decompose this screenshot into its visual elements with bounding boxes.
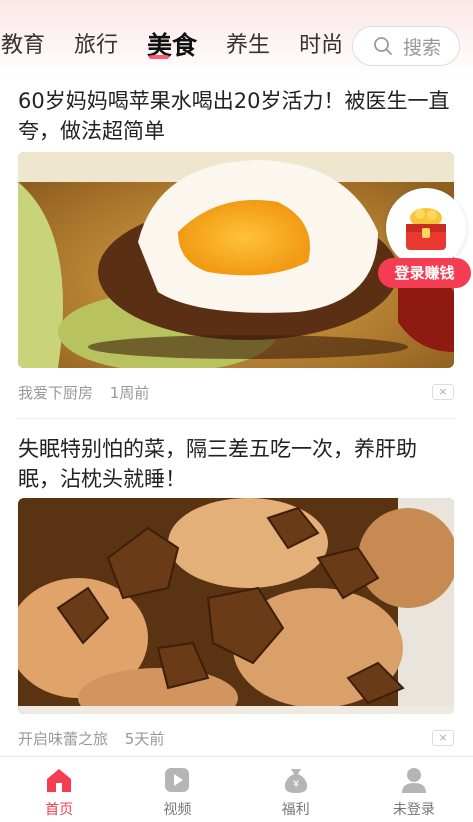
search-box[interactable]: 搜索 (352, 26, 460, 66)
promo-circle (386, 188, 466, 268)
nav-welfare[interactable]: ¥ 福利 (237, 757, 355, 822)
nav-welfare-label: 福利 (281, 802, 310, 818)
nav-home[interactable]: 首页 (0, 757, 118, 822)
promo-label[interactable]: 登录赚钱 (378, 258, 471, 288)
home-icon (47, 769, 72, 792)
article-meta: 我爱下厨房 1周前 (18, 382, 161, 403)
article-title[interactable]: 失眠特别怕的菜，隔三差五吃一次，养肝助眠，沾枕头就睡！ (18, 434, 454, 494)
article-source[interactable]: 我爱下厨房 (18, 384, 93, 402)
treasure-chest-icon (406, 208, 446, 250)
search-placeholder: 搜索 (403, 36, 442, 59)
nav-profile-label: 未登录 (392, 802, 435, 818)
video-icon (165, 768, 190, 792)
svg-text:¥: ¥ (292, 779, 298, 790)
article-time: 5天前 (124, 730, 165, 748)
article-card[interactable]: 失眠特别怕的菜，隔三差五吃一次，养肝助眠，沾枕头就睡！ 开启味蕾之旅 5天前 × (18, 434, 454, 756)
nav-home-label: 首页 (45, 802, 74, 818)
nav-video[interactable]: 视频 (118, 757, 236, 822)
article-source[interactable]: 开启味蕾之旅 (18, 730, 108, 748)
category-tabs: 教育 旅行 美食 养生 时尚 (0, 28, 372, 64)
dismiss-icon[interactable]: × (432, 384, 454, 400)
tab-food[interactable]: 美食 (147, 30, 197, 62)
nav-video-label: 视频 (163, 802, 192, 818)
dismiss-icon[interactable]: × (432, 730, 454, 746)
tab-travel[interactable]: 旅行 (74, 30, 118, 62)
article-title[interactable]: 60岁妈妈喝苹果水喝出20岁活力！被医生一直夸，做法超简单 (18, 86, 454, 146)
login-earn-promo[interactable]: 登录赚钱 (378, 188, 473, 290)
article-image-tea-eggs[interactable] (18, 498, 454, 714)
money-bag-icon: ¥ (284, 769, 307, 793)
tab-fashion[interactable]: 时尚 (299, 30, 343, 62)
bottom-navigation: 首页 视频 ¥ 福利 未登录 (0, 756, 473, 822)
article-meta: 开启味蕾之旅 5天前 (18, 728, 176, 749)
user-icon (401, 768, 426, 793)
divider (18, 418, 454, 419)
tab-health[interactable]: 养生 (226, 30, 270, 62)
article-time: 1周前 (109, 384, 150, 402)
tab-education[interactable]: 教育 (1, 30, 45, 62)
search-icon (374, 37, 392, 55)
nav-profile[interactable]: 未登录 (355, 757, 473, 822)
